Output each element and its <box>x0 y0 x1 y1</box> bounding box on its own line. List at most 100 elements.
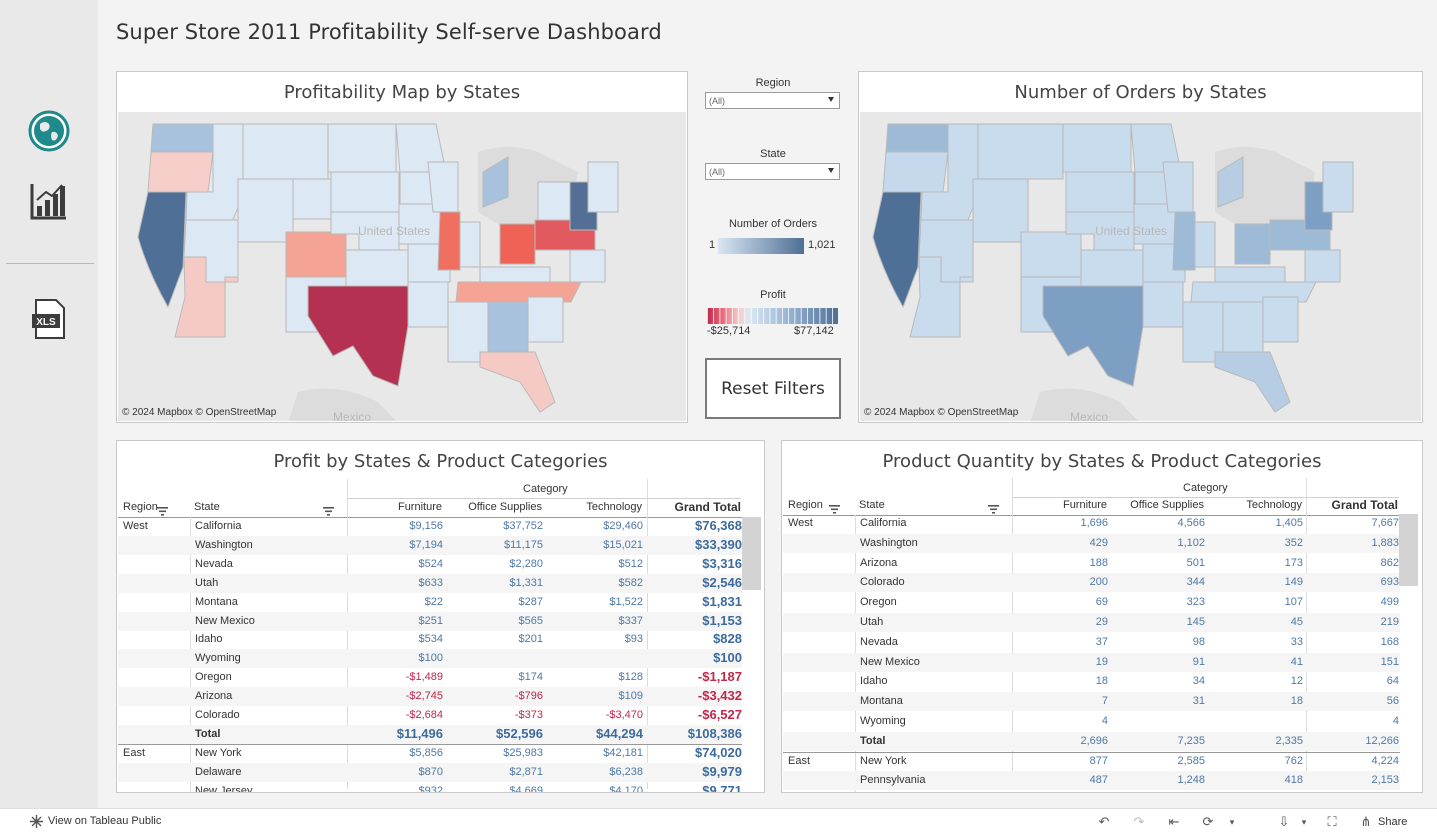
share-icon[interactable]: ⋔ <box>1358 814 1374 830</box>
value-cell-office: $25,983 <box>503 746 543 759</box>
table-row[interactable]: Oregon -$1,489 $174 $128 -$1,187 <box>118 668 742 687</box>
redo-icon[interactable]: ↷ <box>1131 814 1147 830</box>
scrollbar-thumb[interactable] <box>1399 514 1418 586</box>
sort-icon[interactable] <box>988 501 999 514</box>
state-cell: Nevada <box>195 557 233 570</box>
grand-total-cell: 693 <box>1380 576 1399 589</box>
map-attribution[interactable]: © 2024 Mapbox © OpenStreetMap <box>864 407 1018 418</box>
undo-icon[interactable]: ↶ <box>1096 814 1112 830</box>
revert-icon[interactable]: ⇤ <box>1166 814 1182 830</box>
chevron-down-icon[interactable]: ▾ <box>1224 814 1240 830</box>
globe-icon[interactable] <box>28 110 70 152</box>
fullscreen-icon[interactable]: ⛶ <box>1324 814 1340 830</box>
table-row[interactable]: Nevada $524 $2,280 $512 $3,316 <box>118 555 742 574</box>
bar-chart-icon[interactable] <box>28 180 70 222</box>
value-cell-furniture: $11,496 <box>396 725 443 741</box>
profit-table-panel: Profit by States & Product Categories Ca… <box>116 440 765 793</box>
table-row[interactable]: Delaware $870 $2,871 $6,238 $9,979 <box>118 762 742 782</box>
table-row[interactable]: Montana 7 31 18 56 <box>783 692 1400 712</box>
sort-icon[interactable] <box>829 501 840 514</box>
share-button[interactable]: Share <box>1378 816 1407 828</box>
table-row[interactable]: Colorado -$2,684 -$373 -$3,470 -$6,527 <box>118 706 742 725</box>
table-row[interactable]: Pennsylvania 487 1,248 418 2,153 <box>783 771 1400 791</box>
value-cell-office: 7,235 <box>1177 734 1205 747</box>
refresh-icon[interactable]: ⟳ <box>1200 814 1216 830</box>
profit-map-shapes[interactable] <box>118 112 686 421</box>
value-cell-office: $2,871 <box>509 765 543 778</box>
state-cell: Washington <box>195 538 253 551</box>
state-cell: Wyoming <box>195 652 241 665</box>
table-row[interactable]: Wyoming $100 $100 <box>118 649 742 669</box>
region-cell: West <box>123 520 148 532</box>
value-cell-office: 145 <box>1186 616 1205 628</box>
value-cell-office: -$796 <box>514 690 543 703</box>
value-cell-furniture: -$2,745 <box>405 690 443 703</box>
view-on-tableau-link[interactable]: View on Tableau Public <box>48 815 161 827</box>
state-cell: Arizona <box>860 556 898 569</box>
download-icon[interactable]: ⇩ <box>1276 814 1292 830</box>
value-cell-office: $1,331 <box>509 576 543 589</box>
profit-legend-gradient <box>707 308 838 324</box>
table-row[interactable]: New Jersey $932 $4,669 $4,170 $9,771 <box>118 782 742 793</box>
value-cell-office: $174 <box>518 671 543 684</box>
table-row[interactable]: Washington $7,194 $11,175 $15,021 $33,390 <box>118 535 742 555</box>
state-cell: Wyoming <box>860 715 906 727</box>
value-cell-office: 98 <box>1192 635 1205 648</box>
grand-total-cell: $1,831 <box>702 593 742 609</box>
value-cell-technology: $512 <box>618 557 643 570</box>
xls-file-icon[interactable]: XLS <box>28 298 70 340</box>
sidebar: XLS <box>0 0 98 808</box>
table-row[interactable]: Utah $633 $1,331 $582 $2,546 <box>118 573 742 593</box>
column-header-furniture: Furniture <box>1062 499 1107 511</box>
table-row[interactable]: Nevada 37 98 33 168 <box>783 633 1400 652</box>
table-row[interactable]: Oregon 69 323 107 499 <box>783 593 1400 612</box>
table-row[interactable]: West California $9,156 $37,752 $29,460 $76,36… <box>118 517 742 536</box>
value-cell-furniture: 188 <box>1089 556 1108 569</box>
state-cell: New Mexico <box>195 614 255 627</box>
table-row[interactable]: East New York 877 2,585 762 4,224 <box>783 752 1400 771</box>
orders-map[interactable]: United States Mexico © 2024 Mapbox © Ope… <box>860 112 1421 421</box>
value-cell-technology: 12 <box>1290 675 1303 688</box>
value-cell-office: 4,566 <box>1177 517 1205 529</box>
total-row[interactable]: Total $11,496 $52,596 $44,294 $108,386 <box>118 724 742 744</box>
chevron-down-icon[interactable]: ▾ <box>1296 814 1312 830</box>
orders-map-panel: Number of Orders by States United States… <box>858 71 1423 423</box>
region-filter-select[interactable]: (All) <box>705 92 840 109</box>
table-row[interactable]: Wyoming 4 4 <box>783 712 1400 731</box>
table-row[interactable]: Idaho $534 $201 $93 $828 <box>118 630 742 649</box>
table-row[interactable]: New Mexico $251 $565 $337 $1,153 <box>118 611 742 631</box>
value-cell-technology: 45 <box>1290 616 1303 628</box>
table-row[interactable]: Arizona 188 501 173 862 <box>783 554 1400 573</box>
table-row[interactable]: Arizona -$2,745 -$796 $109 -$3,432 <box>118 687 742 707</box>
sort-icon[interactable] <box>323 503 334 516</box>
value-cell-office: 2,585 <box>1177 754 1205 767</box>
table-row[interactable]: East New York $5,856 $25,983 $42,181 $74,020 <box>118 744 742 763</box>
table-row[interactable]: New Mexico 19 91 41 151 <box>783 652 1400 672</box>
state-cell: Oregon <box>195 671 232 684</box>
table-row[interactable]: Colorado 200 344 149 693 <box>783 573 1400 593</box>
table-row[interactable]: Utah 29 145 45 219 <box>783 613 1400 632</box>
map-attribution[interactable]: © 2024 Mapbox © OpenStreetMap <box>122 407 276 418</box>
orders-legend-min: 1 <box>709 239 716 251</box>
state-cell: Montana <box>860 695 903 708</box>
state-cell: Montana <box>195 595 238 608</box>
table-row[interactable]: Washington 429 1,102 352 1,883 <box>783 533 1400 553</box>
value-cell-furniture: 200 <box>1089 576 1108 589</box>
total-row[interactable]: Total 2,696 7,235 2,335 12,266 <box>783 731 1400 751</box>
orders-map-shapes[interactable] <box>860 112 1421 421</box>
dashboard-title: Super Store 2011 Profitability Self-serv… <box>116 20 662 44</box>
table-row[interactable]: Idaho 18 34 12 64 <box>783 672 1400 691</box>
sort-icon[interactable] <box>157 503 168 516</box>
table-row[interactable]: West California 1,696 4,566 1,405 7,667 <box>783 514 1400 533</box>
scrollbar-thumb[interactable] <box>742 517 761 590</box>
state-filter-select[interactable]: (All) <box>705 163 840 180</box>
reset-filters-button[interactable]: Reset Filters <box>705 358 841 419</box>
grand-total-cell: 56 <box>1386 695 1399 708</box>
table-row[interactable]: Montana $22 $287 $1,522 $1,831 <box>118 593 742 612</box>
profit-legend-min: -$25,714 <box>707 325 751 337</box>
map-label-mexico: Mexico <box>333 410 372 421</box>
value-cell-technology: $15,021 <box>603 538 643 551</box>
state-cell: New Jersey <box>195 784 253 793</box>
profit-map[interactable]: United States Mexico © 2024 Mapbox © Ope… <box>118 112 686 421</box>
value-cell-furniture: 69 <box>1095 596 1108 609</box>
